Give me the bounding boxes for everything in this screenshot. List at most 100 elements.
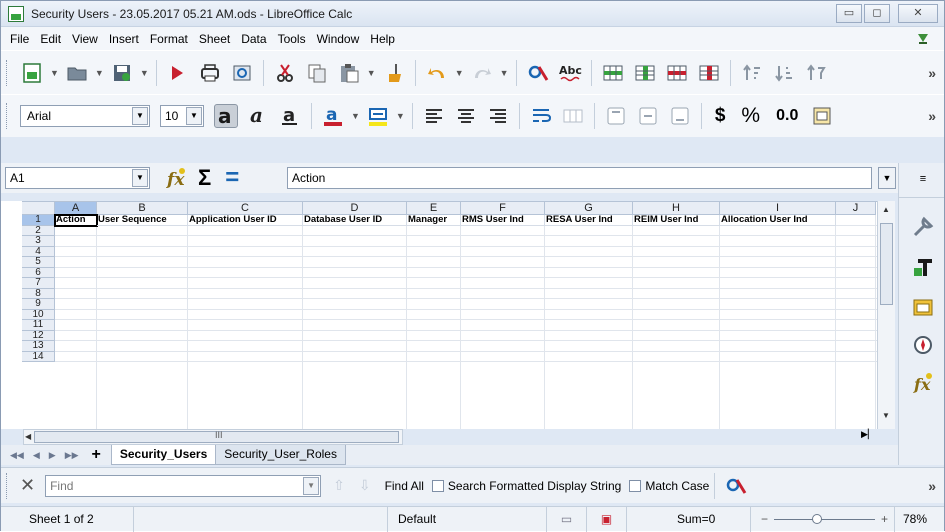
menu-file[interactable]: File (10, 32, 29, 46)
save-icon[interactable] (110, 61, 134, 85)
italic-icon[interactable]: a (246, 104, 270, 128)
chevron-down-icon[interactable]: ▼ (186, 107, 202, 125)
add-sheet-icon[interactable]: + (92, 446, 101, 464)
formula-input[interactable]: Action (287, 167, 872, 189)
tab-security-user-roles[interactable]: Security_User_Roles (215, 445, 346, 465)
insert-column-icon[interactable] (633, 61, 657, 85)
find-replace-icon[interactable] (724, 474, 748, 498)
header-cell-e1[interactable]: Manager (407, 215, 461, 226)
align-center-icon[interactable] (454, 104, 478, 128)
save-dropdown-icon[interactable]: ▼ (140, 68, 149, 78)
chevron-down-icon[interactable]: ▼ (132, 107, 148, 125)
column-header-c[interactable]: C (188, 202, 303, 215)
percent-format-icon[interactable]: % (741, 104, 760, 128)
zoom-track[interactable] (774, 513, 875, 524)
font-color-icon[interactable]: a (321, 104, 345, 128)
column-header-i[interactable]: I (720, 202, 836, 215)
find-input[interactable]: Find ▼ (45, 474, 322, 497)
header-cell-f1[interactable]: RMS User Ind (461, 215, 545, 226)
gallery-icon[interactable] (911, 295, 935, 319)
spreadsheet-grid[interactable]: A B C D E F G H I J 1 2 3 4 5 6 7 8 9 10 11 12 13 14 Action User … (22, 201, 879, 429)
redo-icon[interactable] (470, 61, 494, 85)
header-cell-h1[interactable]: REIM User Ind (633, 215, 720, 226)
function-wizard-icon[interactable]: fx (164, 166, 188, 190)
menu-insert[interactable]: Insert (109, 32, 139, 46)
vertical-scrollbar[interactable]: ▲ ▼ (877, 201, 895, 429)
redo-dropdown-icon[interactable]: ▼ (500, 68, 509, 78)
scroll-up-icon[interactable]: ▲ (882, 205, 890, 214)
tab-security-users[interactable]: Security_Users (110, 445, 217, 465)
row-header-4[interactable]: 4 (22, 246, 55, 257)
currency-format-icon[interactable]: $ (715, 105, 726, 127)
navigator-icon[interactable] (911, 333, 935, 357)
search-formatted-label[interactable]: Search Formatted Display String (448, 479, 621, 493)
open-dropdown-icon[interactable]: ▼ (95, 68, 104, 78)
undo-dropdown-icon[interactable]: ▼ (455, 68, 464, 78)
copy-icon[interactable] (305, 61, 329, 85)
row-header-12[interactable]: 12 (22, 330, 55, 341)
close-window-button[interactable]: ✕ (898, 4, 938, 23)
new-dropdown-icon[interactable]: ▼ (50, 68, 59, 78)
toolbar-overflow-icon[interactable]: » (928, 108, 936, 124)
page-style[interactable]: Default (388, 506, 547, 532)
column-header-f[interactable]: F (461, 202, 545, 215)
column-header-d[interactable]: D (303, 202, 407, 215)
scroll-left-icon[interactable]: ◀ (25, 432, 31, 441)
paste-icon[interactable] (337, 61, 361, 85)
match-case-checkbox[interactable] (629, 479, 642, 492)
chevron-down-icon[interactable]: ▼ (303, 476, 320, 495)
font-color-dropdown-icon[interactable]: ▼ (351, 111, 360, 121)
last-sheet-icon[interactable]: ▶▶ (65, 450, 79, 461)
formula-equals-icon[interactable]: = (225, 164, 239, 192)
find-replace-icon[interactable] (526, 61, 550, 85)
properties-icon[interactable] (911, 215, 935, 239)
horizontal-scroll-thumb[interactable]: III (34, 430, 399, 443)
delete-row-icon[interactable] (665, 61, 689, 85)
row-header-9[interactable]: 9 (22, 299, 55, 310)
header-cell-i1[interactable]: Allocation User Ind (720, 215, 836, 226)
search-formatted-checkbox[interactable] (431, 479, 444, 492)
expand-formula-icon[interactable]: ▼ (878, 167, 896, 189)
row-header-14[interactable]: 14 (22, 351, 55, 362)
menu-window[interactable]: Window (317, 32, 360, 46)
autofilter-icon[interactable] (804, 61, 828, 85)
select-all-corner[interactable] (22, 202, 55, 215)
column-header-g[interactable]: G (545, 202, 633, 215)
row-header-5[interactable]: 5 (22, 257, 55, 268)
row-header-1[interactable]: 1 (22, 215, 55, 226)
spelling-icon[interactable]: Abc (558, 61, 582, 85)
header-cell-g1[interactable]: RESA User Ind (545, 215, 633, 226)
header-cell-b1[interactable]: User Sequence (97, 215, 188, 226)
restore-button[interactable]: ◻ (864, 4, 890, 23)
first-sheet-icon[interactable]: ◀◀ (10, 450, 24, 461)
sort-descending-icon[interactable] (772, 61, 796, 85)
menu-format[interactable]: Format (150, 32, 188, 46)
chevron-down-icon[interactable]: ▼ (132, 169, 148, 187)
menu-view[interactable]: View (72, 32, 98, 46)
number-format-icon[interactable]: 0.0 (776, 107, 798, 125)
sort-ascending-icon[interactable] (740, 61, 764, 85)
align-bottom-icon[interactable] (668, 104, 692, 128)
styles-icon[interactable] (911, 255, 935, 279)
print-preview-icon[interactable] (230, 61, 254, 85)
header-cell-c1[interactable]: Application User ID (188, 215, 303, 226)
align-right-icon[interactable] (486, 104, 510, 128)
row-header-10[interactable]: 10 (22, 309, 55, 320)
toolbar-overflow-icon[interactable]: » (928, 478, 936, 494)
paste-dropdown-icon[interactable]: ▼ (367, 68, 376, 78)
undo-icon[interactable] (425, 61, 449, 85)
row-header-6[interactable]: 6 (22, 267, 55, 278)
print-icon[interactable] (198, 61, 222, 85)
menu-tools[interactable]: Tools (278, 32, 306, 46)
sum-icon[interactable]: Σ (198, 165, 211, 191)
selection-mode-icon[interactable]: ▭ (547, 506, 587, 532)
toolbar-grip[interactable] (6, 472, 10, 499)
align-left-icon[interactable] (422, 104, 446, 128)
new-document-icon[interactable] (20, 61, 44, 85)
header-cell-d1[interactable]: Database User ID (303, 215, 407, 226)
match-case-label[interactable]: Match Case (645, 479, 709, 493)
delete-column-icon[interactable] (697, 61, 721, 85)
zoom-slider[interactable]: − + (751, 506, 895, 532)
sidebar-menu-icon[interactable]: ≡ (911, 167, 935, 191)
wrap-text-icon[interactable] (529, 104, 553, 128)
